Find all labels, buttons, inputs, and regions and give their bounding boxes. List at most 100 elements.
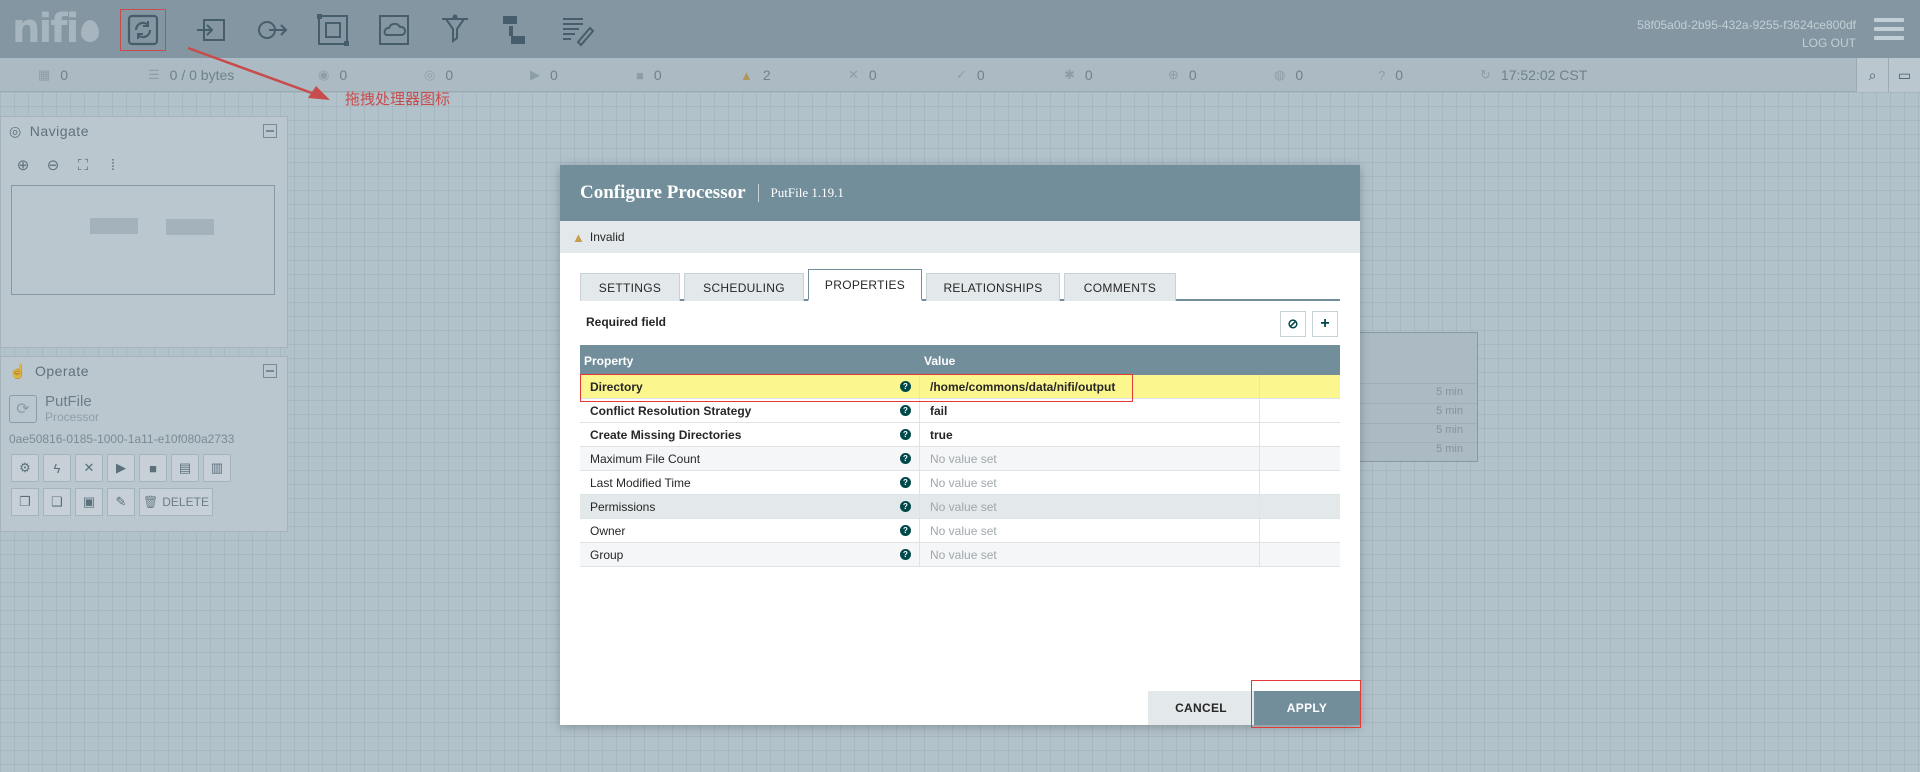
threads-icon: ▦	[38, 67, 51, 82]
dialog-title: Configure Processor	[580, 182, 746, 203]
property-value[interactable]: No value set	[920, 519, 1260, 542]
label-icon	[563, 18, 594, 47]
birdseye-component	[166, 219, 214, 235]
annotation-box	[1251, 680, 1361, 728]
queue-icon: ☰	[148, 67, 160, 82]
table-row[interactable]: Permissions? No value set	[580, 495, 1340, 519]
annotation-text: 拖拽处理器图标	[345, 90, 451, 108]
property-value[interactable]: No value set	[920, 543, 1260, 566]
refresh-icon[interactable]: ↻	[1480, 67, 1491, 83]
tab-settings[interactable]: SETTINGS	[580, 273, 680, 301]
configure-gear-icon[interactable]: ⚙	[11, 454, 39, 482]
birdseye-view[interactable]	[11, 185, 275, 295]
minimize-icon[interactable]	[263, 364, 277, 378]
zoom-out-icon[interactable]: ⊖	[41, 153, 65, 177]
trash-icon: 🗑	[143, 495, 159, 509]
table-row[interactable]: Last Modified Time? No value set	[580, 471, 1340, 495]
navigate-header[interactable]: ◎ Navigate	[1, 117, 287, 145]
help-icon[interactable]: ?	[900, 525, 911, 536]
delete-label: DELETE	[162, 495, 209, 509]
help-icon[interactable]: ?	[900, 405, 911, 416]
table-row[interactable]: Group? No value set	[580, 543, 1340, 567]
dialog-header: Configure Processor PutFile 1.19.1	[560, 165, 1360, 221]
start-play-icon[interactable]: ▶	[107, 454, 135, 482]
property-value[interactable]: No value set	[920, 471, 1260, 494]
property-value[interactable]: true	[920, 423, 1260, 446]
stat-value: 5 min	[1436, 443, 1463, 455]
group-icon[interactable]: ▣	[75, 488, 103, 516]
actual-size-icon[interactable]: ⁞	[101, 153, 125, 177]
stale-stat: ⊕ 0	[1168, 67, 1197, 83]
property-name: Group?	[580, 543, 920, 566]
remote-process-group-tool-button[interactable]	[372, 10, 416, 50]
not-transmitting-stat: ◎ 0	[424, 67, 454, 83]
processor-tool-button[interactable]	[120, 9, 166, 51]
stat-value: 5 min	[1436, 424, 1463, 436]
not-transmitting-icon: ◎	[424, 67, 436, 82]
stat-value: 5 min	[1436, 405, 1463, 417]
search-icon[interactable]: ⌕	[1856, 58, 1888, 92]
tab-relationships[interactable]: RELATIONSHIPS	[926, 273, 1060, 301]
help-icon[interactable]: ?	[900, 429, 911, 440]
help-icon[interactable]: ?	[900, 453, 911, 464]
operate-title: Operate	[34, 363, 90, 379]
property-value[interactable]: No value set	[920, 447, 1260, 470]
table-row[interactable]: Owner? No value set	[580, 519, 1340, 543]
property-value[interactable]: No value set	[920, 495, 1260, 518]
stop-icon[interactable]: ■	[139, 454, 167, 482]
help-icon[interactable]: ?	[900, 477, 911, 488]
color-brush-icon[interactable]: ✎	[107, 488, 135, 516]
paste-icon[interactable]: ❏	[43, 488, 71, 516]
check-circle-icon: ⊘	[1287, 316, 1299, 331]
create-template-icon[interactable]: ▤	[171, 454, 199, 482]
tab-scheduling[interactable]: SCHEDULING	[684, 273, 804, 301]
label-tool-button[interactable]	[555, 10, 599, 50]
validation-status: ▲ Invalid	[560, 221, 1360, 253]
bulletin-board-icon[interactable]: ▭	[1888, 58, 1920, 92]
funnel-tool-button[interactable]	[433, 10, 477, 50]
tab-properties[interactable]: PROPERTIES	[808, 269, 922, 301]
user-area: 58f05a0d-2b95-432a-9255-f3624ce800df LOG…	[1637, 16, 1856, 52]
stop-icon: ■	[636, 67, 644, 83]
table-row[interactable]: Create Missing Directories? true	[580, 423, 1340, 447]
property-name: Create Missing Directories?	[580, 423, 920, 446]
background-processor[interactable]: 5 min 5 min 5 min 5 min	[1352, 332, 1478, 462]
selection-info: ⟳ PutFile Processor	[1, 385, 287, 428]
zoom-in-icon[interactable]: ⊕	[11, 153, 35, 177]
exclamation-circle-icon: ◍	[1274, 67, 1286, 82]
template-tool-button[interactable]	[494, 10, 538, 50]
user-id: 58f05a0d-2b95-432a-9255-f3624ce800df	[1637, 18, 1856, 32]
copy-icon[interactable]: ❐	[11, 488, 39, 516]
add-property-button[interactable]: +	[1312, 311, 1338, 337]
enable-bolt-icon[interactable]: ϟ	[43, 454, 71, 482]
annotation-arrow	[187, 46, 330, 100]
disable-icon[interactable]: ✕	[75, 454, 103, 482]
template-icon	[503, 16, 525, 44]
cancel-button[interactable]: CANCEL	[1148, 691, 1254, 725]
column-property: Property	[584, 354, 634, 368]
property-value[interactable]: fail	[920, 399, 1260, 422]
verify-properties-button[interactable]: ⊘	[1280, 311, 1306, 337]
logout-link[interactable]: LOG OUT	[1637, 34, 1856, 52]
last-refresh-stat: ↻ 17:52:02 CST	[1480, 67, 1588, 83]
table-row[interactable]: Conflict Resolution Strategy? fail	[580, 399, 1340, 423]
annotation-box	[580, 374, 1133, 402]
sync-failure-stat: ? 0	[1378, 67, 1404, 83]
tab-comments[interactable]: COMMENTS	[1064, 273, 1176, 301]
navigate-tools: ⊕ ⊖ ⛶ ⁞	[1, 145, 287, 185]
table-row[interactable]: Maximum File Count? No value set	[580, 447, 1340, 471]
status-text: Invalid	[589, 230, 625, 244]
global-menu-icon[interactable]	[1874, 18, 1904, 45]
running-stat: ▶ 0	[530, 67, 558, 83]
upload-template-icon[interactable]: ▥	[203, 454, 231, 482]
table-header: Property Value	[580, 345, 1340, 375]
operate-header[interactable]: ☝ Operate	[1, 357, 287, 385]
help-icon[interactable]: ?	[900, 549, 911, 560]
help-icon[interactable]: ?	[900, 501, 911, 512]
delete-button[interactable]: 🗑 DELETE	[139, 488, 213, 516]
fit-icon[interactable]: ⛶	[71, 153, 95, 177]
warning-icon: ▲	[572, 229, 585, 245]
question-icon: ?	[1378, 67, 1386, 83]
active-threads-stat: ▦ 0	[38, 67, 69, 83]
minimize-icon[interactable]	[263, 124, 277, 138]
